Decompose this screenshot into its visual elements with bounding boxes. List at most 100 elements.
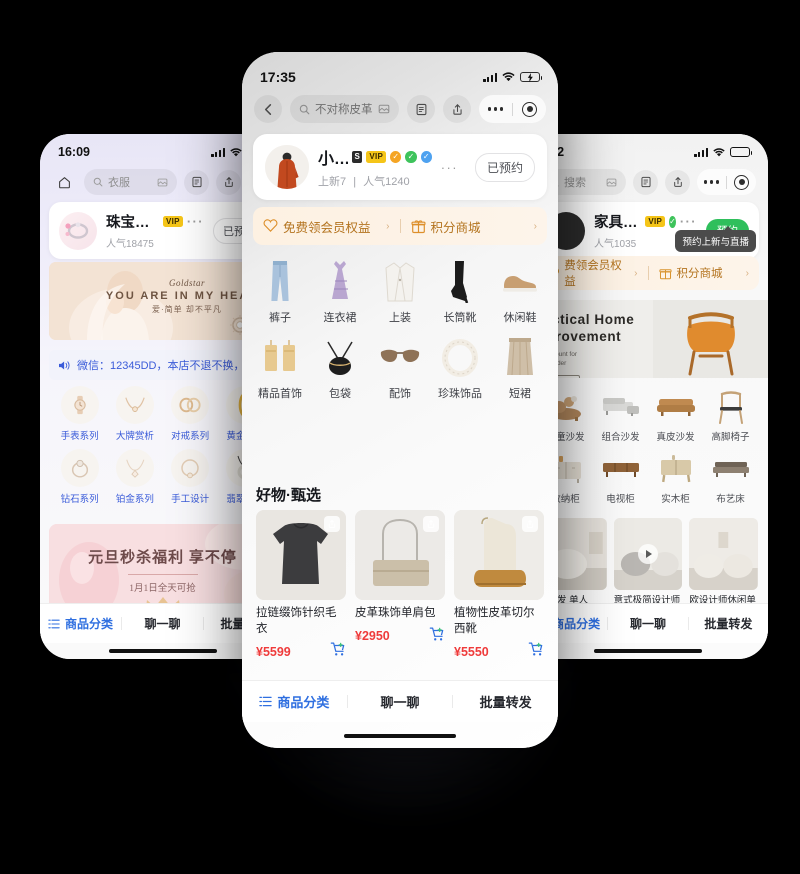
center-phone: 17:35 不对称皮革 小微 S VIP ✓ ✓ ✓ 上新7 | 人气1240 … (242, 52, 558, 748)
share-icon[interactable] (522, 516, 538, 532)
left-shop-more-icon[interactable]: ··· (187, 214, 204, 229)
left-shop-avatar (59, 211, 97, 250)
center-product-card[interactable]: 植物性皮革切尔西靴 ¥5550 (454, 510, 544, 662)
right-points-mall[interactable]: 积分商城 › (649, 265, 760, 281)
left-shop-popularity: 人气18475 (106, 239, 154, 250)
left-category-label: 铂金系列 (115, 494, 154, 505)
cart-icon[interactable] (528, 641, 544, 662)
left-category-item[interactable]: 钻石系列 (52, 449, 107, 505)
right-status-bar: :02 (528, 144, 768, 160)
right-category-item[interactable]: 电视柜 (593, 452, 648, 505)
left-tab-chat[interactable]: 聊一聊 (122, 604, 203, 643)
note-icon[interactable] (407, 95, 436, 123)
home-icon[interactable] (52, 170, 77, 195)
right-banner-chair-icon (687, 312, 735, 376)
left-tab-categories[interactable]: 商品分类 (40, 604, 121, 643)
center-category-item[interactable]: 短裙 (490, 335, 550, 401)
center-shop-avatar (265, 145, 309, 189)
center-category-label: 配饰 (389, 388, 411, 400)
check-green-icon: ✓ (669, 215, 676, 228)
right-category-item[interactable]: 实木柜 (648, 452, 703, 505)
center-points-mall[interactable]: 积分商城 › (401, 217, 548, 236)
earrings-icon (258, 335, 302, 379)
center-shop-card[interactable]: 小微 S VIP ✓ ✓ ✓ 上新7 | 人气1240 ··· 已预约 (253, 134, 547, 200)
left-category-item[interactable]: 铂金系列 (107, 449, 162, 505)
center-member-benefits[interactable]: 免费领会员权益 › (253, 217, 400, 236)
left-category-label: 手工设计 (171, 494, 210, 505)
chevron-right-icon: › (634, 267, 638, 279)
right-shop-name: 家具行业演示... (594, 215, 641, 231)
center-status-bar: 17:35 (242, 68, 558, 86)
center-tab-forward[interactable]: 批量转发 (453, 681, 558, 722)
right-product-image (613, 518, 683, 590)
center-category-item[interactable]: 精品首饰 (250, 335, 310, 401)
dress-icon (318, 259, 362, 303)
right-category-item[interactable]: 真皮沙发 (648, 390, 703, 443)
search-icon (299, 104, 310, 114)
play-icon[interactable] (637, 544, 658, 564)
right-category-item[interactable]: 组合沙发 (593, 390, 648, 443)
center-product-card[interactable]: 皮革珠饰单肩包 ¥2950 (355, 510, 445, 662)
right-category-item[interactable]: 布艺床 (703, 452, 758, 505)
cart-icon[interactable] (429, 626, 445, 647)
necklace-icon (115, 386, 154, 424)
center-tab-chat[interactable]: 聊一聊 (348, 681, 453, 722)
center-member-bar[interactable]: 免费领会员权益 › 积分商城 › (253, 207, 547, 245)
share-icon[interactable] (216, 169, 241, 195)
left-category-item[interactable]: 大牌赏析 (107, 386, 162, 442)
share-icon[interactable] (423, 516, 439, 532)
right-target-icon[interactable] (734, 174, 749, 190)
share-icon[interactable] (665, 169, 691, 195)
right-tab-chat[interactable]: 聊一聊 (608, 604, 687, 643)
center-product-name: 皮革珠饰单肩包 (355, 607, 436, 619)
right-category-grid: 儿童沙发 组合沙发 真皮沙发 高脚椅子 收纳柜 电视柜 实木柜 布艺床 (538, 390, 758, 505)
left-search-input[interactable]: 衣服 (84, 169, 177, 195)
center-category-item[interactable]: 配饰 (370, 335, 430, 401)
left-category-item[interactable]: 手表系列 (52, 386, 107, 442)
left-category-item[interactable]: 对戒系列 (163, 386, 218, 442)
center-product-card[interactable]: 拉链缀饰针织毛衣 ¥5599 (256, 510, 346, 662)
center-tab-categories[interactable]: 商品分类 (242, 681, 347, 722)
check-orange-icon: ✓ (390, 151, 402, 163)
center-more-dots-icon[interactable] (488, 107, 503, 111)
right-tooltip: 预约上新与直播 (675, 226, 756, 252)
right-more-dots-icon[interactable] (704, 180, 719, 184)
note-icon[interactable] (633, 169, 659, 195)
center-category-item[interactable]: 包袋 (310, 335, 370, 401)
right-shop-more-icon[interactable]: ··· (680, 214, 697, 229)
center-product-price: ¥5550 (454, 644, 489, 659)
center-category-item[interactable]: 裤子 (250, 259, 310, 325)
scan-icon[interactable] (606, 177, 617, 188)
right-category-item[interactable]: 高脚椅子 (703, 390, 758, 443)
center-category-label: 休闲鞋 (503, 312, 537, 324)
share-icon[interactable] (324, 516, 340, 532)
left-category-item[interactable]: 手工设计 (163, 449, 218, 505)
right-member-bar[interactable]: 费领会员权益 › 积分商城 › (537, 256, 759, 290)
center-category-item[interactable]: 上装 (370, 259, 430, 325)
high-chair-icon (711, 390, 751, 424)
center-category-item[interactable]: 珍珠饰品 (430, 335, 490, 401)
rings-icon (171, 386, 210, 424)
scan-icon[interactable] (157, 177, 168, 188)
center-product-name: 拉链缀饰针织毛衣 (256, 607, 337, 635)
list-icon (48, 619, 60, 628)
cart-icon[interactable] (330, 641, 346, 662)
center-category-item[interactable]: 连衣裙 (310, 259, 370, 325)
center-product-image (355, 510, 445, 600)
right-tab-forward[interactable]: 批量转发 (689, 604, 768, 643)
pearl-necklace-icon (438, 335, 482, 379)
center-product-name: 植物性皮革切尔西靴 (454, 607, 535, 635)
scan-icon[interactable] (378, 103, 390, 115)
center-shop-more-icon[interactable]: ··· (441, 160, 458, 175)
center-category-item[interactable]: 长筒靴 (430, 259, 490, 325)
back-arrow-icon[interactable] (254, 95, 282, 123)
center-category-label: 精品首饰 (258, 388, 302, 400)
center-category-item[interactable]: 休闲鞋 (490, 259, 550, 325)
share-icon[interactable] (443, 95, 472, 123)
right-banner[interactable]: ractical Home nprovement a discount for … (528, 300, 768, 378)
center-target-icon[interactable] (522, 101, 537, 117)
center-booked-button[interactable]: 已预约 (474, 152, 535, 182)
center-section-title: 好物·甄选 (256, 487, 321, 504)
center-search-input[interactable]: 不对称皮革 (290, 95, 400, 123)
note-icon[interactable] (184, 169, 209, 195)
